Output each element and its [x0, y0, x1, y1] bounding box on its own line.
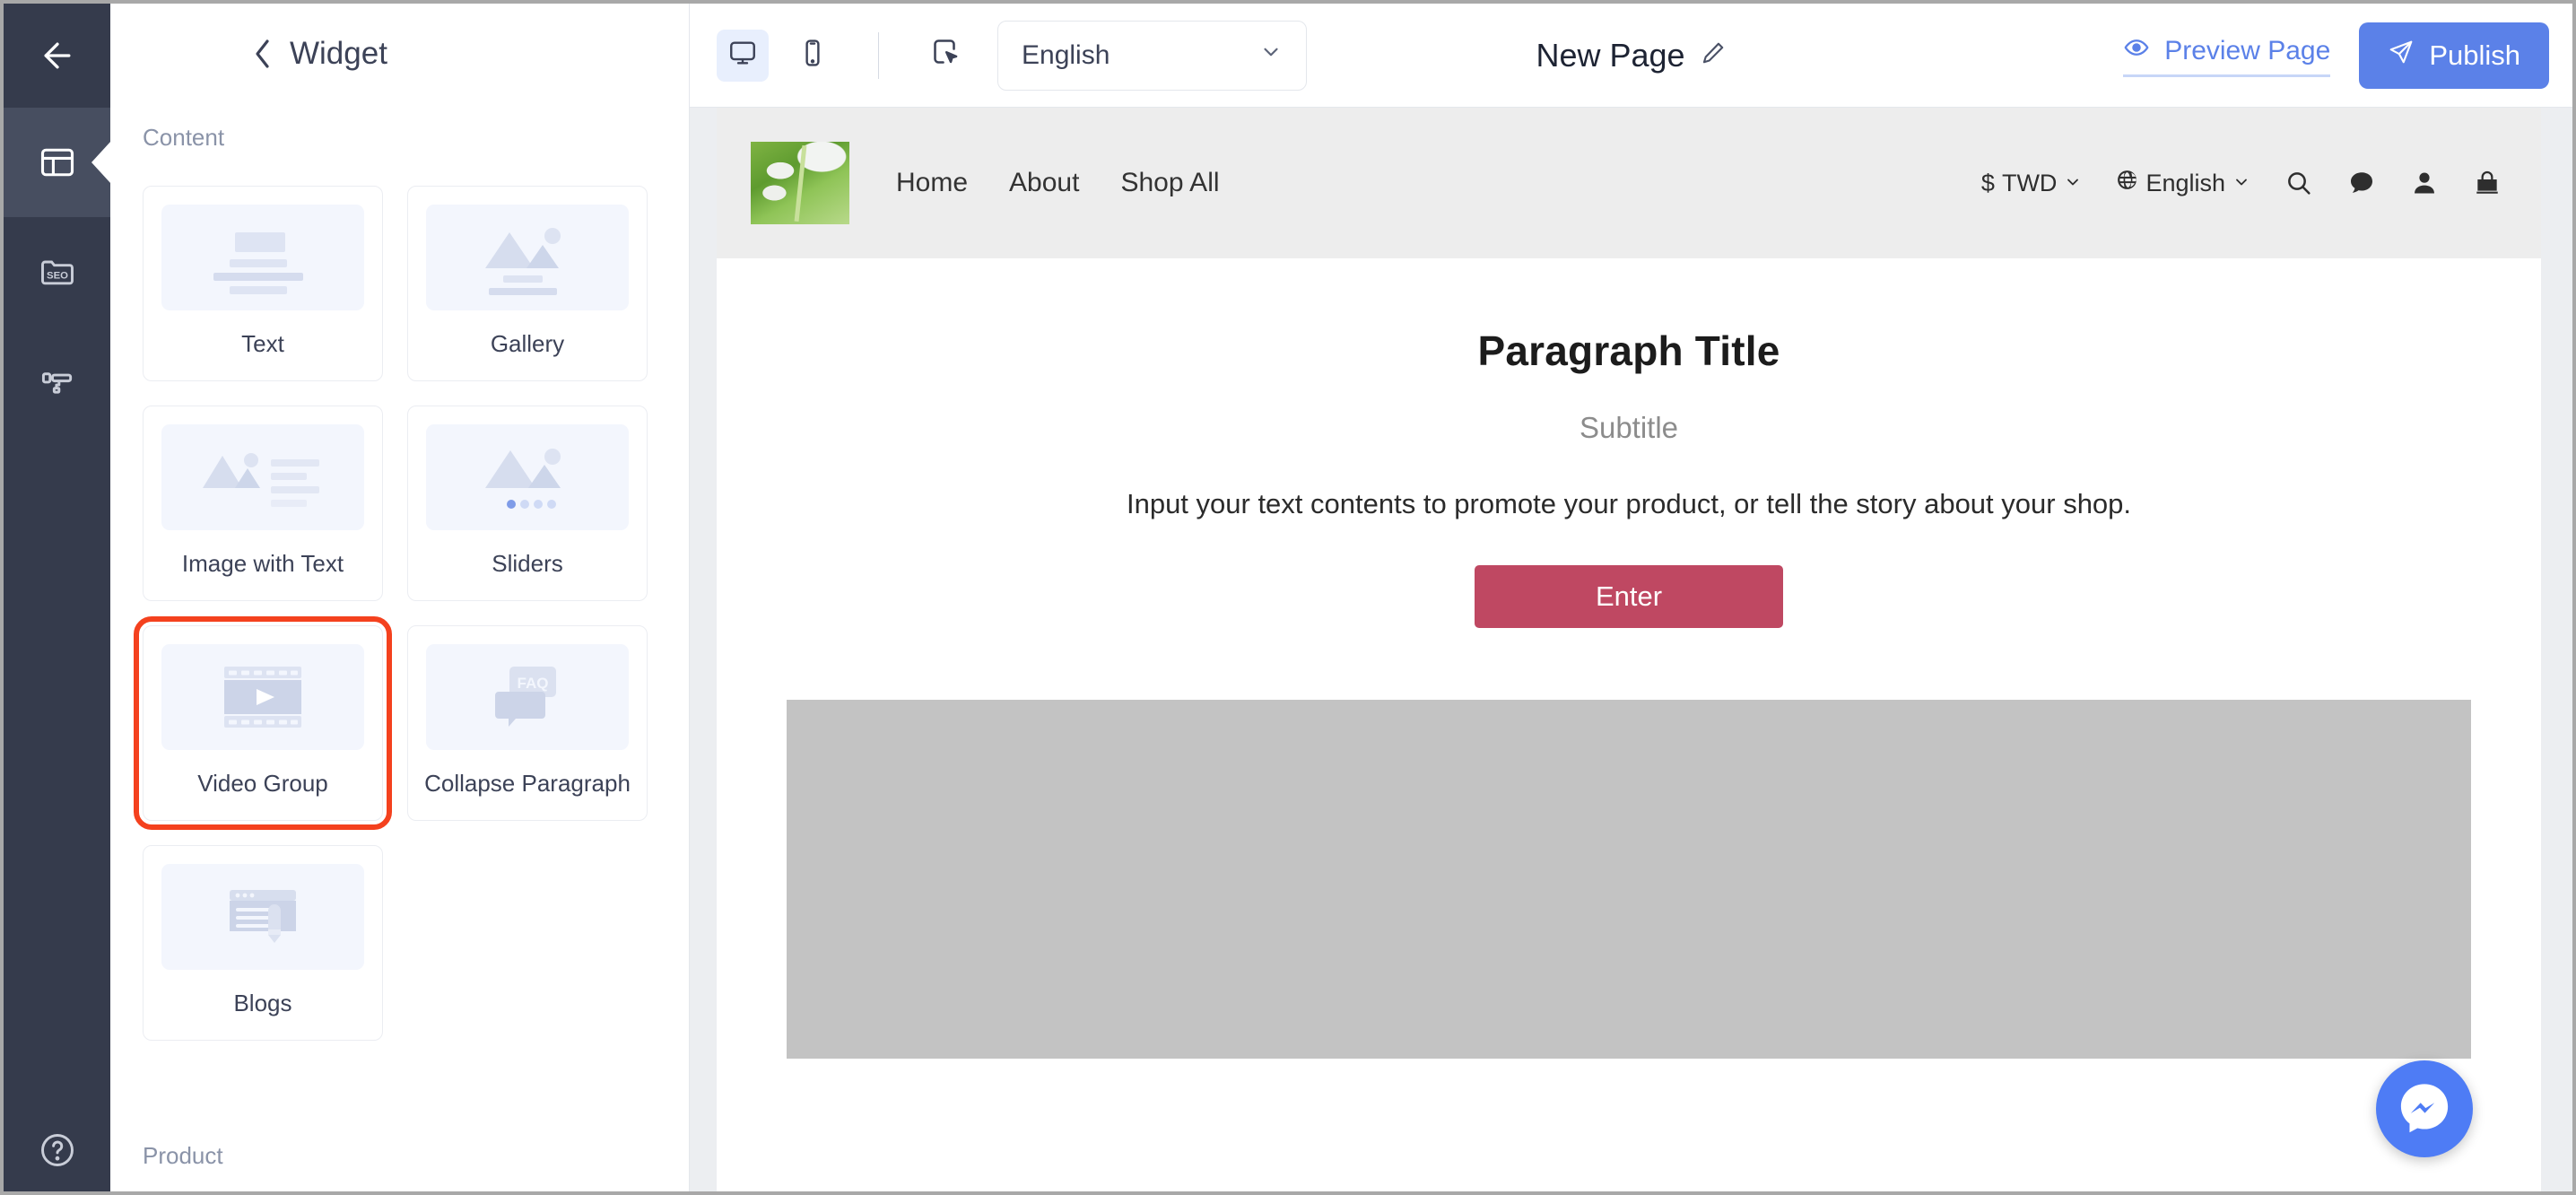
currency-symbol: $	[1981, 170, 1995, 197]
chat-bubble-icon[interactable]	[2347, 169, 2376, 197]
section-heading-content: Content	[143, 124, 689, 152]
nav-link-about[interactable]: About	[1009, 168, 1079, 198]
hero-section: Paragraph Title Subtitle Input your text…	[717, 258, 2541, 1059]
svg-text:SEO: SEO	[47, 270, 68, 281]
pencil-icon[interactable]	[1700, 39, 1727, 71]
hero-subtitle: Subtitle	[717, 411, 2541, 445]
site-logo[interactable]	[751, 142, 849, 224]
sliders-widget-icon	[426, 424, 629, 530]
site-header: Home About Shop All $ TWD	[717, 108, 2541, 258]
image-with-text-widget-icon	[161, 424, 364, 530]
faq-widget-icon: FAQ	[426, 644, 629, 750]
toolbar-divider	[878, 32, 879, 79]
device-desktop-button[interactable]	[717, 30, 769, 82]
widget-card-collapse-paragraph[interactable]: FAQ Collapse Paragraph	[407, 625, 648, 821]
video-group-widget-icon	[161, 644, 364, 750]
preview-page-button[interactable]: Preview Page	[2123, 34, 2330, 77]
widget-card-gallery[interactable]: Gallery	[407, 186, 648, 381]
widget-panel: Widget Content Text	[110, 4, 690, 1191]
messenger-fab-button[interactable]	[2376, 1060, 2473, 1157]
site-header-tools: $ TWD English	[1981, 169, 2502, 197]
chevron-left-icon	[251, 36, 274, 76]
hero-enter-button[interactable]: Enter	[1475, 565, 1783, 628]
sidebar-item-seo[interactable]: SEO	[4, 217, 110, 327]
seo-folder-icon: SEO	[38, 252, 77, 292]
widget-card-label: Gallery	[491, 330, 564, 358]
editor-language-value: English	[1022, 40, 1110, 71]
text-widget-icon	[161, 205, 364, 310]
page-title: Widget	[290, 36, 387, 72]
widget-card-grid: Text Gallery	[110, 152, 657, 1041]
preview-page-label: Preview Page	[2164, 36, 2330, 66]
help-circle-icon	[38, 1130, 77, 1170]
eye-icon	[2123, 34, 2150, 68]
sidebar-item-theme[interactable]	[4, 327, 110, 436]
panel-back-button[interactable]	[251, 36, 274, 75]
desktop-icon	[727, 38, 758, 73]
widget-card-sliders[interactable]: Sliders	[407, 406, 648, 601]
page-editor-window: SEO Widget Content	[0, 0, 2576, 1195]
svg-text:FAQ: FAQ	[518, 675, 549, 692]
publish-label: Publish	[2429, 39, 2520, 72]
widget-card-label: Collapse Paragraph	[424, 770, 631, 798]
image-placeholder[interactable]	[787, 700, 2471, 1059]
widget-card-label: Image with Text	[182, 550, 344, 578]
user-icon[interactable]	[2410, 169, 2439, 197]
device-mobile-button[interactable]	[787, 30, 839, 82]
widget-card-video-group[interactable]: Video Group	[143, 625, 383, 821]
arrow-left-icon	[38, 36, 77, 75]
nav-link-home[interactable]: Home	[896, 168, 968, 198]
chevron-down-icon	[1259, 40, 1283, 71]
currency-selector[interactable]: $ TWD	[1981, 170, 2083, 197]
chevron-down-icon	[2064, 170, 2082, 197]
currency-label: TWD	[2002, 170, 2057, 197]
widget-panel-header: Widget	[110, 4, 689, 108]
cursor-preview-button[interactable]	[918, 30, 970, 82]
page-name-group: New Page	[1536, 37, 1726, 74]
shopping-bag-icon[interactable]	[2473, 169, 2502, 197]
hero-body-text: Input your text contents to promote your…	[717, 488, 2541, 520]
site-preview: Home About Shop All $ TWD	[717, 108, 2541, 1191]
mobile-icon	[797, 38, 828, 73]
messenger-icon	[2396, 1078, 2453, 1140]
send-plane-icon	[2388, 39, 2415, 73]
toolbar-actions: Preview Page Publish	[2123, 22, 2572, 89]
rail-back-button[interactable]	[4, 4, 110, 108]
publish-button[interactable]: Publish	[2359, 22, 2549, 89]
site-nav: Home About Shop All	[896, 168, 1220, 198]
site-language-label: English	[2145, 170, 2225, 197]
nav-link-shop-all[interactable]: Shop All	[1120, 168, 1219, 198]
paint-roller-icon	[38, 362, 77, 401]
page-name-text: New Page	[1536, 37, 1684, 74]
widget-card-image-with-text[interactable]: Image with Text	[143, 406, 383, 601]
site-language-selector[interactable]: English	[2116, 169, 2250, 197]
editor-language-select[interactable]: English	[997, 21, 1307, 91]
search-icon[interactable]	[2284, 169, 2313, 197]
help-button[interactable]	[4, 1130, 110, 1170]
cursor-select-icon	[928, 37, 961, 74]
gallery-widget-icon	[426, 205, 629, 310]
globe-icon	[2116, 169, 2138, 197]
layout-icon	[38, 143, 77, 182]
sidebar-item-layout[interactable]	[4, 108, 110, 217]
blogs-widget-icon	[161, 864, 364, 970]
editor-toolbar: English New Page Preview Page P	[690, 4, 2572, 108]
section-heading-product: Product	[143, 1128, 663, 1170]
chevron-down-icon	[2232, 170, 2250, 197]
widget-card-blogs[interactable]: Blogs	[143, 845, 383, 1041]
widget-card-label: Sliders	[492, 550, 562, 578]
widget-card-label: Video Group	[197, 770, 328, 798]
device-toggle-group	[717, 30, 970, 82]
widget-card-text[interactable]: Text	[143, 186, 383, 381]
primary-icon-rail: SEO	[4, 4, 110, 1191]
widget-card-label: Blogs	[233, 990, 292, 1017]
preview-canvas: Home About Shop All $ TWD	[690, 108, 2572, 1191]
hero-title: Paragraph Title	[717, 327, 2541, 375]
widget-card-label: Text	[241, 330, 284, 358]
